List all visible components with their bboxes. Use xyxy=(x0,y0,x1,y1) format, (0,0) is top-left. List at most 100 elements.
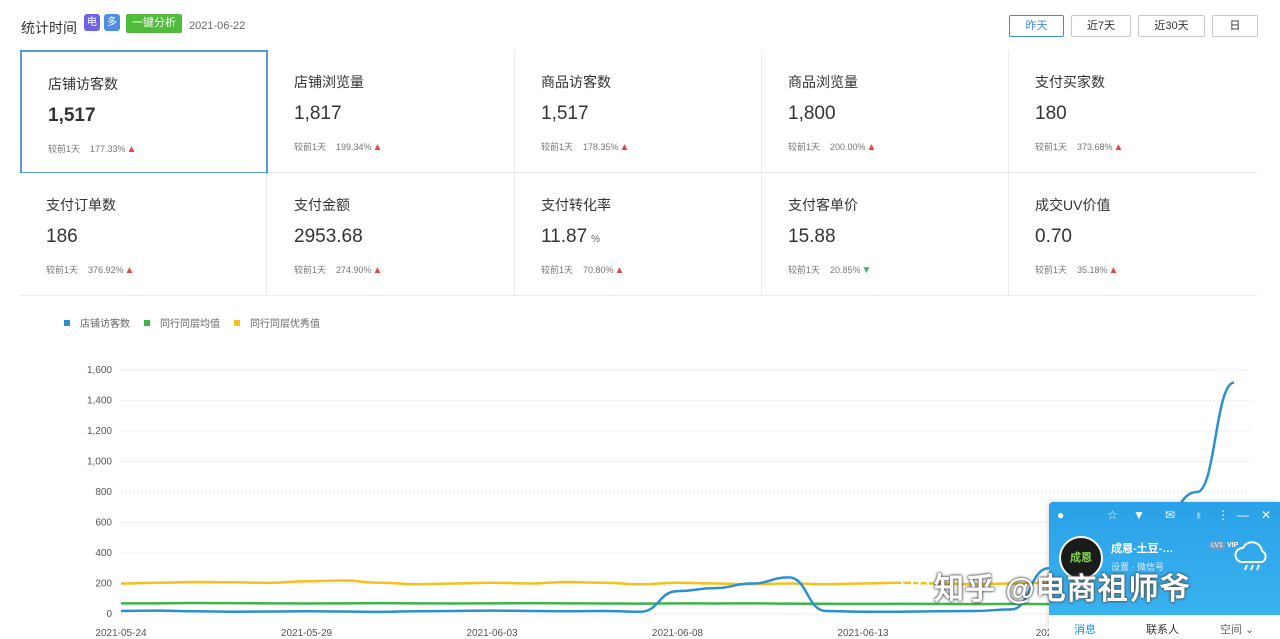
metric-value: 11.87% xyxy=(541,226,601,247)
metric-compare: 较前1天 274.90%▲ xyxy=(294,265,383,276)
range-7days-button[interactable]: 近7天 xyxy=(1071,15,1131,37)
page-root: 统计时间 电 多 一键分析 2021-06-22 昨天 近7天 近30天 日 店… xyxy=(0,0,1280,639)
metric-label: 商品浏览量 xyxy=(788,74,858,90)
metric-value: 1,800 xyxy=(788,103,836,124)
metric-value: 15.88 xyxy=(788,226,836,247)
y-tick-label: 1,400 xyxy=(87,396,112,407)
mail-icon[interactable]: ✉ xyxy=(1165,508,1175,522)
metric-card-shop-pageviews[interactable]: 店铺浏览量 1,817 较前1天 199.34%▲ xyxy=(268,50,515,173)
x-tick-label: 2021-06-03 xyxy=(466,628,518,639)
x-tick-label: 2021-05-24 xyxy=(95,628,147,639)
x-tick-label: 2021-05-29 xyxy=(281,628,333,639)
metric-label: 支付金额 xyxy=(294,197,350,213)
chat-user-name: 成恩-土豆-… xyxy=(1111,543,1174,555)
legend-label[interactable]: 同行同层均值 xyxy=(160,317,220,330)
app-icon-a[interactable]: 电 xyxy=(84,14,100,31)
bag-icon[interactable]: ♁ xyxy=(1194,508,1203,522)
metric-card-paid-orders[interactable]: 支付订单数 186 较前1天 376.92%▲ xyxy=(20,173,267,296)
metric-label: 支付客单价 xyxy=(788,197,858,213)
stats-time-label: 统计时间 xyxy=(21,20,77,36)
metric-compare: 较前1天 199.34%▲ xyxy=(294,142,383,153)
trend-up-icon: ▲ xyxy=(614,265,625,276)
x-tick-label: 2021-06-08 xyxy=(652,628,704,639)
wechat-icon xyxy=(900,570,929,592)
avatar[interactable]: 成恩 xyxy=(1059,536,1103,580)
chat-popup-tabs: 消息 联系人 空间 ⌄ xyxy=(1049,615,1280,639)
metric-value: 1,517 xyxy=(48,105,96,126)
minimize-icon[interactable]: — xyxy=(1237,508,1249,522)
y-tick-label: 400 xyxy=(95,548,112,559)
metric-label: 支付订单数 xyxy=(46,197,116,213)
range-30days-button[interactable]: 近30天 xyxy=(1138,15,1205,37)
metric-card-avg-order-value[interactable]: 支付客单价 15.88 较前1天 20.85%▼ xyxy=(762,173,1009,296)
range-day-button[interactable]: 日 xyxy=(1212,15,1258,37)
metric-value: 1,817 xyxy=(294,103,342,124)
tab-messages[interactable]: 消息 xyxy=(1074,621,1096,637)
metric-label: 成交UV价值 xyxy=(1035,197,1111,213)
metric-value: 180 xyxy=(1035,103,1067,124)
chart-x-axis: 2021-05-24 2021-05-29 2021-06-03 2021-06-08… xyxy=(95,628,1061,639)
metrics-grid: 店铺访客数 1,517 较前1天 177.33%▲ 店铺浏览量 1,817 较前1… xyxy=(20,50,1257,296)
metric-compare: 较前1天 20.85%▼ xyxy=(788,265,872,276)
chat-popup: ● ☆ ▼ ✉ ♁ ⋮ — ✕ 成恩 成恩-土豆-… LV1 VIP 设置 · … xyxy=(1049,502,1280,639)
trend-up-icon: ▲ xyxy=(126,144,137,155)
metric-label: 支付买家数 xyxy=(1035,74,1105,90)
tab-contacts[interactable]: 联系人 xyxy=(1146,621,1179,637)
stats-header: 统计时间 电 多 一键分析 2021-06-22 昨天 近7天 近30天 日 xyxy=(0,0,1280,50)
legend-swatch[interactable] xyxy=(64,320,70,326)
level-badge: LV1 xyxy=(1209,542,1225,549)
metric-card-payment-amount[interactable]: 支付金额 2953.68 较前1天 274.90%▲ xyxy=(268,173,515,296)
trend-up-icon: ▲ xyxy=(372,265,383,276)
app-icon-b[interactable]: 多 xyxy=(104,14,120,31)
legend-label[interactable]: 同行同层优秀值 xyxy=(250,317,320,330)
metric-card-paying-buyers[interactable]: 支付买家数 180 较前1天 373.68%▲ xyxy=(1009,50,1257,173)
metric-card-product-visitors[interactable]: 商品访客数 1,517 较前1天 178.35%▲ xyxy=(515,50,762,173)
shirt-icon[interactable]: ▼ xyxy=(1133,508,1145,522)
y-tick-label: 800 xyxy=(95,487,112,498)
chart-y-axis: 0 200 400 600 800 1,000 1,200 1,400 1,600 xyxy=(87,365,112,620)
y-tick-label: 0 xyxy=(106,609,112,620)
metric-compare: 较前1天 200.00%▲ xyxy=(788,142,877,153)
x-tick-label: 2021-06-13 xyxy=(837,628,889,639)
range-yesterday-button[interactable]: 昨天 xyxy=(1009,15,1064,37)
metric-label: 店铺浏览量 xyxy=(294,74,364,90)
trend-down-icon: ▼ xyxy=(861,265,872,276)
drop-icon[interactable]: ● xyxy=(1057,508,1064,522)
metric-unit: % xyxy=(591,234,601,245)
metric-value: 186 xyxy=(46,226,78,247)
chat-popup-header: ● ☆ ▼ ✉ ♁ ⋮ — ✕ 成恩 成恩-土豆-… LV1 VIP 设置 · … xyxy=(1049,502,1280,615)
tab-space[interactable]: 空间 ⌄ xyxy=(1220,621,1254,637)
y-tick-label: 1,200 xyxy=(87,426,112,437)
metric-compare: 较前1天 376.92%▲ xyxy=(46,265,135,276)
close-icon[interactable]: ✕ xyxy=(1261,508,1271,522)
metric-card-product-pageviews[interactable]: 商品浏览量 1,800 较前1天 200.00%▲ xyxy=(762,50,1009,173)
metric-label: 支付转化率 xyxy=(541,197,611,213)
stats-date: 2021-06-22 xyxy=(189,20,246,32)
y-tick-label: 1,000 xyxy=(87,457,112,468)
metric-compare: 较前1天 35.18%▲ xyxy=(1035,265,1119,276)
trend-up-icon: ▲ xyxy=(1108,265,1119,276)
one-click-analyze-button[interactable]: 一键分析 xyxy=(126,14,182,33)
chat-signature[interactable]: 设置 · 微信号 xyxy=(1111,560,1164,573)
metric-card-conversion-rate[interactable]: 支付转化率 11.87% 较前1天 70.80%▲ xyxy=(515,173,762,296)
trend-up-icon: ▲ xyxy=(866,142,877,153)
metric-value: 1,517 xyxy=(541,103,589,124)
y-tick-label: 600 xyxy=(95,518,112,529)
more-icon[interactable]: ⋮ xyxy=(1217,508,1229,522)
star-icon[interactable]: ☆ xyxy=(1107,508,1118,522)
metric-compare: 较前1天 177.33%▲ xyxy=(48,144,137,155)
metric-compare: 较前1天 70.80%▲ xyxy=(541,265,625,276)
y-tick-label: 1,600 xyxy=(87,365,112,376)
trend-up-icon: ▲ xyxy=(619,142,630,153)
legend-swatch[interactable] xyxy=(234,320,240,326)
legend-swatch[interactable] xyxy=(144,320,150,326)
y-tick-label: 200 xyxy=(95,579,112,590)
cloud-icon[interactable] xyxy=(1233,538,1271,572)
metric-card-shop-visitors[interactable]: 店铺访客数 1,517 较前1天 177.33%▲ xyxy=(20,50,268,174)
chart-legend: 店铺访客数 同行同层均值 同行同层优秀值 xyxy=(64,317,320,330)
legend-label[interactable]: 店铺访客数 xyxy=(80,317,130,330)
metric-compare: 较前1天 178.35%▲ xyxy=(541,142,630,153)
trend-up-icon: ▲ xyxy=(372,142,383,153)
metric-card-uv-value[interactable]: 成交UV价值 0.70 较前1天 35.18%▲ xyxy=(1009,173,1257,296)
metric-value: 2953.68 xyxy=(294,226,363,247)
